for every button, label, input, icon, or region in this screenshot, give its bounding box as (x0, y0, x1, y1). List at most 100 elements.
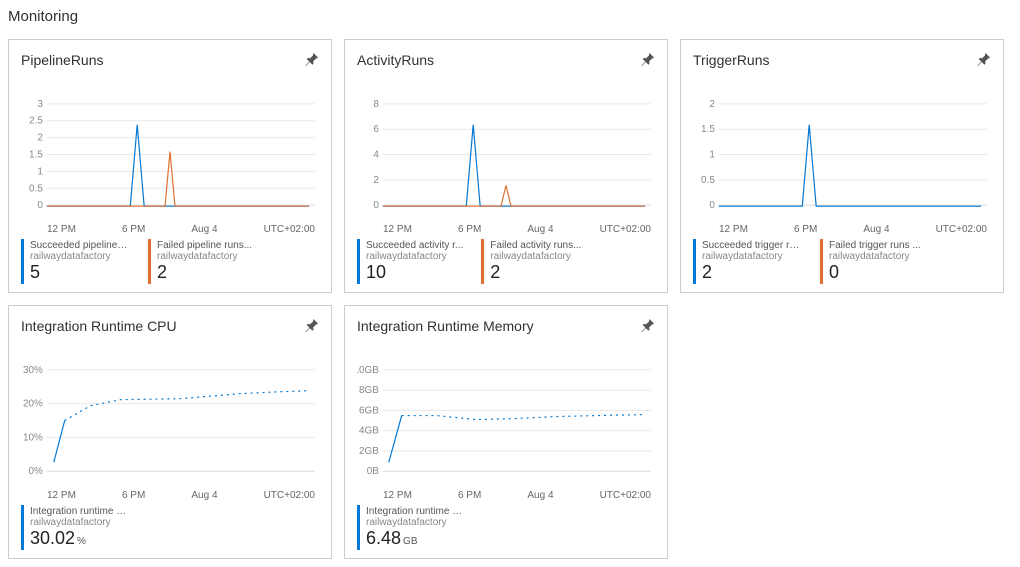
metric-value: 10 (366, 262, 463, 283)
pin-icon[interactable] (639, 52, 655, 68)
metric-source: railwaydatafactory (490, 251, 581, 262)
metric: Succeeded pipeline r... railwaydatafacto… (21, 239, 148, 284)
metrics-row: Succeeded activity r... railwaydatafacto… (357, 239, 655, 284)
metric-label: Failed activity runs... (490, 240, 581, 251)
x-axis-labels: 12 PM 6 PM Aug 4 UTC+02:00 (21, 490, 319, 501)
metric-source: railwaydatafactory (829, 251, 921, 262)
metric-unit: % (77, 536, 86, 547)
tile-header: PipelineRuns (21, 50, 319, 70)
x-tick: 12 PM (383, 490, 412, 501)
x-tick: 6 PM (458, 224, 481, 235)
svg-text:1: 1 (37, 166, 43, 177)
metric-value: 30.02% (30, 528, 130, 549)
timezone-label: UTC+02:00 (264, 224, 315, 235)
metric-value: 2 (702, 262, 802, 283)
svg-text:0: 0 (373, 200, 379, 211)
metrics-row: Succeeded trigger ru... railwaydatafacto… (693, 239, 991, 284)
timezone-label: UTC+02:00 (600, 224, 651, 235)
metric-label: Succeeded activity r... (366, 240, 463, 251)
tiles-container: PipelineRuns 0 0.5 1 1.5 2 2.5 3 12 PM 6 PM Au… (8, 39, 1012, 559)
svg-text:4: 4 (373, 150, 379, 161)
x-axis-labels: 12 PM 6 PM Aug 4 UTC+02:00 (21, 224, 319, 235)
svg-text:0: 0 (37, 200, 43, 211)
chart-area[interactable]: 0%10%20%30% 12 PM 6 PM Aug 4 UTC+02:00 (21, 350, 319, 501)
svg-text:10GB: 10GB (357, 365, 379, 376)
metric: Integration runtime CPU utilization (Avg… (21, 505, 148, 550)
metric-label: Succeeded trigger ru... (702, 240, 802, 251)
metric-unit: GB (403, 536, 417, 547)
x-tick: 12 PM (719, 224, 748, 235)
chart-area[interactable]: 02468 12 PM 6 PM Aug 4 UTC+02:00 (357, 84, 655, 235)
pin-icon[interactable] (975, 52, 991, 68)
pin-icon[interactable] (639, 318, 655, 334)
x-tick: Aug 4 (191, 490, 217, 501)
x-tick: 12 PM (47, 490, 76, 501)
metric-source: railwaydatafactory (157, 251, 252, 262)
tile-ir-memory: Integration Runtime Memory 0B2GB4GB6GB8G… (344, 305, 668, 559)
metric: Succeeded activity r... railwaydatafacto… (357, 239, 481, 284)
tile-title: Integration Runtime Memory (357, 318, 534, 334)
svg-text:2: 2 (37, 133, 43, 144)
metric-label: Succeeded pipeline r... (30, 240, 130, 251)
metrics-row: Integration runtime CPU utilization (Avg… (21, 505, 319, 550)
metrics-row: Succeeded pipeline r... railwaydatafacto… (21, 239, 319, 284)
metric-source: railwaydatafactory (702, 251, 802, 262)
x-tick: 6 PM (122, 224, 145, 235)
svg-text:3: 3 (37, 99, 43, 110)
tile-title: TriggerRuns (693, 52, 770, 68)
svg-text:2GB: 2GB (359, 446, 379, 457)
x-tick: 6 PM (122, 490, 145, 501)
chart-area[interactable]: 0B2GB4GB6GB8GB10GB 12 PM 6 PM Aug 4 UTC+… (357, 350, 655, 501)
tile-header: Integration Runtime Memory (357, 316, 655, 336)
svg-text:20%: 20% (23, 399, 43, 410)
metric-label: Failed trigger runs ... (829, 240, 921, 251)
metric-source: railwaydatafactory (366, 251, 463, 262)
chart-area[interactable]: 00.511.52 12 PM 6 PM Aug 4 UTC+02:00 (693, 84, 991, 235)
svg-text:6: 6 (373, 124, 379, 135)
metric: Failed trigger runs ... railwaydatafacto… (820, 239, 939, 284)
metric-value: 0 (829, 262, 921, 283)
metric-value: 5 (30, 262, 130, 283)
metrics-row: Integration runtime available memory (Av… (357, 505, 655, 550)
metric: Integration runtime available memory (Av… (357, 505, 484, 550)
svg-text:1.5: 1.5 (701, 124, 715, 135)
x-tick: Aug 4 (527, 224, 553, 235)
metric: Succeeded trigger ru... railwaydatafacto… (693, 239, 820, 284)
tile-title: Integration Runtime CPU (21, 318, 177, 334)
metric-value: 2 (490, 262, 581, 283)
svg-text:8: 8 (373, 99, 379, 110)
svg-text:1.5: 1.5 (29, 150, 43, 161)
tile-header: TriggerRuns (693, 50, 991, 70)
tile-title: PipelineRuns (21, 52, 104, 68)
metric-label: Failed pipeline runs... (157, 240, 252, 251)
svg-text:0B: 0B (367, 466, 380, 477)
x-tick: 12 PM (383, 224, 412, 235)
metric-label: Integration runtime available memory (Av… (366, 506, 466, 517)
metric-source: railwaydatafactory (30, 517, 130, 528)
tile-header: Integration Runtime CPU (21, 316, 319, 336)
x-tick: Aug 4 (527, 490, 553, 501)
page-title: Monitoring (8, 8, 1012, 25)
metric-source: railwaydatafactory (366, 517, 466, 528)
pin-icon[interactable] (303, 318, 319, 334)
svg-text:1: 1 (709, 150, 715, 161)
x-axis-labels: 12 PM 6 PM Aug 4 UTC+02:00 (693, 224, 991, 235)
tile-ir-cpu: Integration Runtime CPU 0%10%20%30% 12 P… (8, 305, 332, 559)
svg-text:0.5: 0.5 (701, 175, 715, 186)
svg-text:10%: 10% (23, 432, 43, 443)
svg-text:4GB: 4GB (359, 426, 379, 437)
pin-icon[interactable] (303, 52, 319, 68)
x-tick: 12 PM (47, 224, 76, 235)
chart-area[interactable]: 00.511.522.53 12 PM 6 PM Aug 4 UTC+02:00 (21, 84, 319, 235)
tile-activity-runs: ActivityRuns 0 2 4 6 8 12 PM 6 PM Aug 4 UTC+… (344, 39, 668, 293)
metric-source: railwaydatafactory (30, 251, 130, 262)
x-axis-labels: 12 PM 6 PM Aug 4 UTC+02:00 (357, 224, 655, 235)
svg-text:2.5: 2.5 (29, 116, 43, 127)
metric-label: Integration runtime CPU utilization (Avg… (30, 506, 130, 517)
tile-header: ActivityRuns (357, 50, 655, 70)
metric: Failed pipeline runs... railwaydatafacto… (148, 239, 270, 284)
tile-title: ActivityRuns (357, 52, 434, 68)
timezone-label: UTC+02:00 (264, 490, 315, 501)
x-tick: Aug 4 (863, 224, 889, 235)
x-tick: 6 PM (458, 490, 481, 501)
